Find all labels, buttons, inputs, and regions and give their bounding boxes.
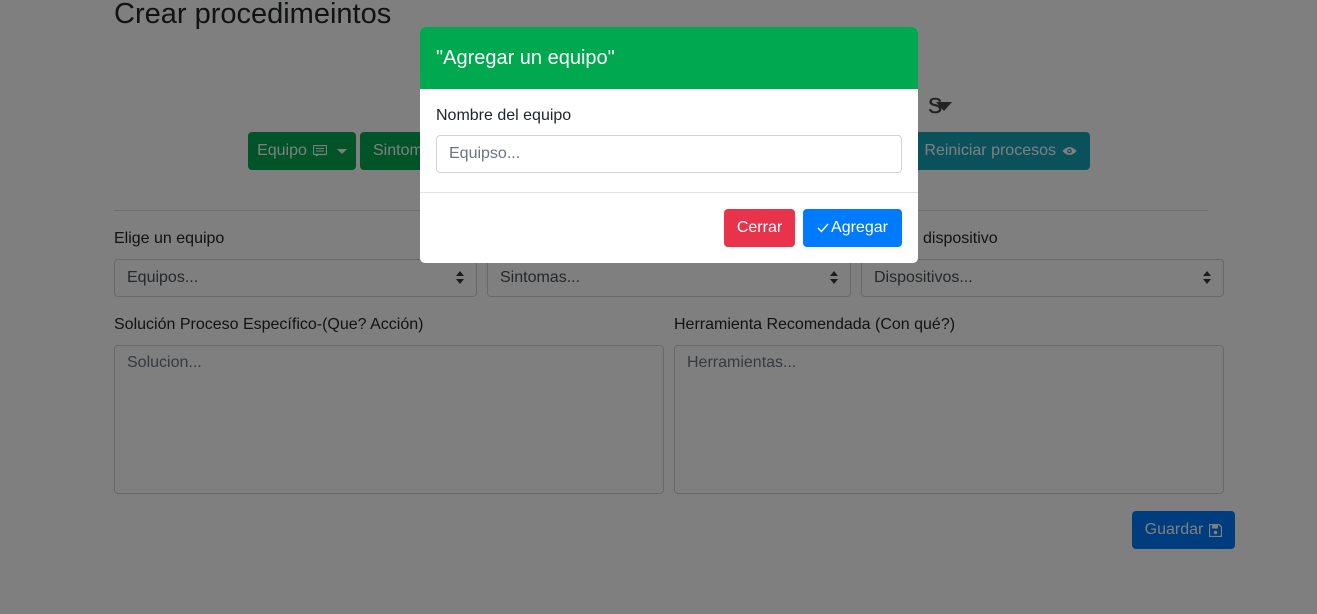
nombre-equipo-placeholder: Equipso... xyxy=(449,145,521,162)
agregar-equipo-modal: "Agregar un equipo" Nombre del equipo Eq… xyxy=(420,27,918,263)
modal-body: Nombre del equipo Equipso... xyxy=(420,89,918,193)
check-icon xyxy=(817,223,829,233)
nombre-equipo-label: Nombre del equipo xyxy=(436,107,572,124)
cerrar-button-label: Cerrar xyxy=(736,219,783,236)
modal-title: "Agregar un equipo" xyxy=(436,46,615,69)
modal-header: "Agregar un equipo" xyxy=(420,27,918,89)
agregar-button-label: Agregar xyxy=(831,219,888,236)
nombre-equipo-input[interactable]: Equipso... xyxy=(436,135,902,173)
modal-footer: Cerrar Agregar xyxy=(420,193,918,263)
cerrar-button[interactable]: Cerrar xyxy=(724,209,795,247)
agregar-button[interactable]: Agregar xyxy=(803,209,902,247)
